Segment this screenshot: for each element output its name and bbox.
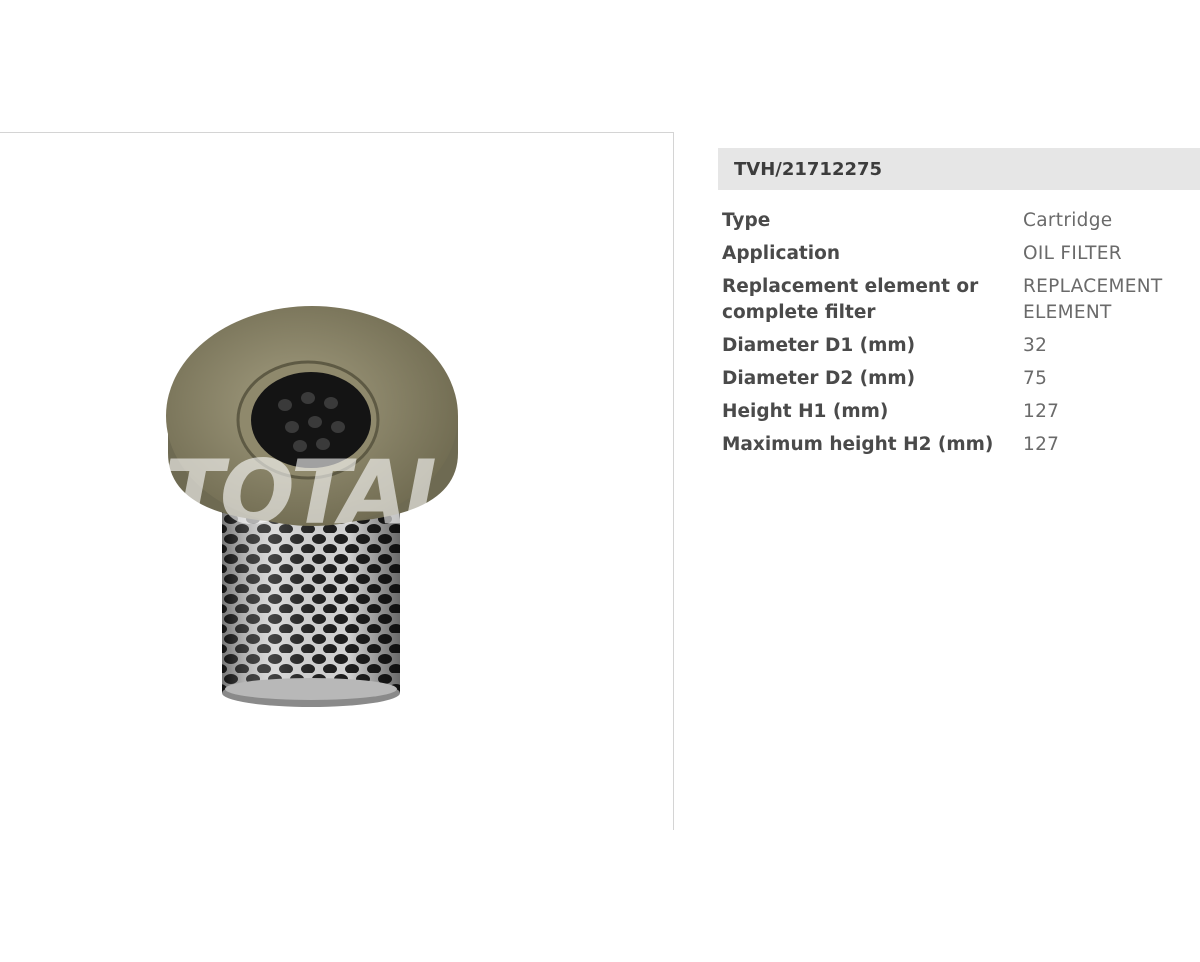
spec-value: REPLACEMENT ELEMENT [1023, 276, 1163, 323]
spec-panel: TVH/21712275 Type Cartridge Application … [718, 148, 1200, 463]
spec-value: 127 [1023, 401, 1060, 422]
spec-label: Height H1 (mm) [722, 401, 889, 422]
product-page: TOTAL TVH/21712275 Type Cartridge Applic… [0, 0, 1200, 962]
spec-label: Application [722, 243, 841, 264]
spec-label: Replacement element or complete filter [722, 276, 979, 323]
spec-row-height-h1: Height H1 (mm) 127 [718, 397, 1200, 430]
spec-row-max-height-h2: Maximum height H2 (mm) 127 [718, 430, 1200, 463]
product-image-panel: TOTAL [0, 132, 674, 830]
product-image: TOTAL [164, 306, 460, 707]
watermark: TOTAL [164, 441, 456, 544]
product-sku: TVH/21712275 [718, 148, 1200, 190]
spec-label: Type [722, 210, 771, 231]
spec-value: 75 [1023, 368, 1048, 389]
spec-row-diameter-d1: Diameter D1 (mm) 32 [718, 331, 1200, 364]
spec-value: 127 [1023, 434, 1060, 455]
spec-label: Diameter D1 (mm) [722, 335, 916, 356]
spec-label: Maximum height H2 (mm) [722, 434, 994, 455]
spec-row-application: Application OIL FILTER [718, 239, 1200, 272]
spec-row-replacement: Replacement element or complete filter R… [718, 272, 1200, 331]
spec-value: OIL FILTER [1023, 243, 1122, 264]
spec-row-diameter-d2: Diameter D2 (mm) 75 [718, 364, 1200, 397]
spec-row-type: Type Cartridge [718, 206, 1200, 239]
spec-value: Cartridge [1023, 210, 1113, 231]
spec-label: Diameter D2 (mm) [722, 368, 916, 389]
spec-table: Type Cartridge Application OIL FILTER Re… [718, 206, 1200, 463]
spec-value: 32 [1023, 335, 1048, 356]
